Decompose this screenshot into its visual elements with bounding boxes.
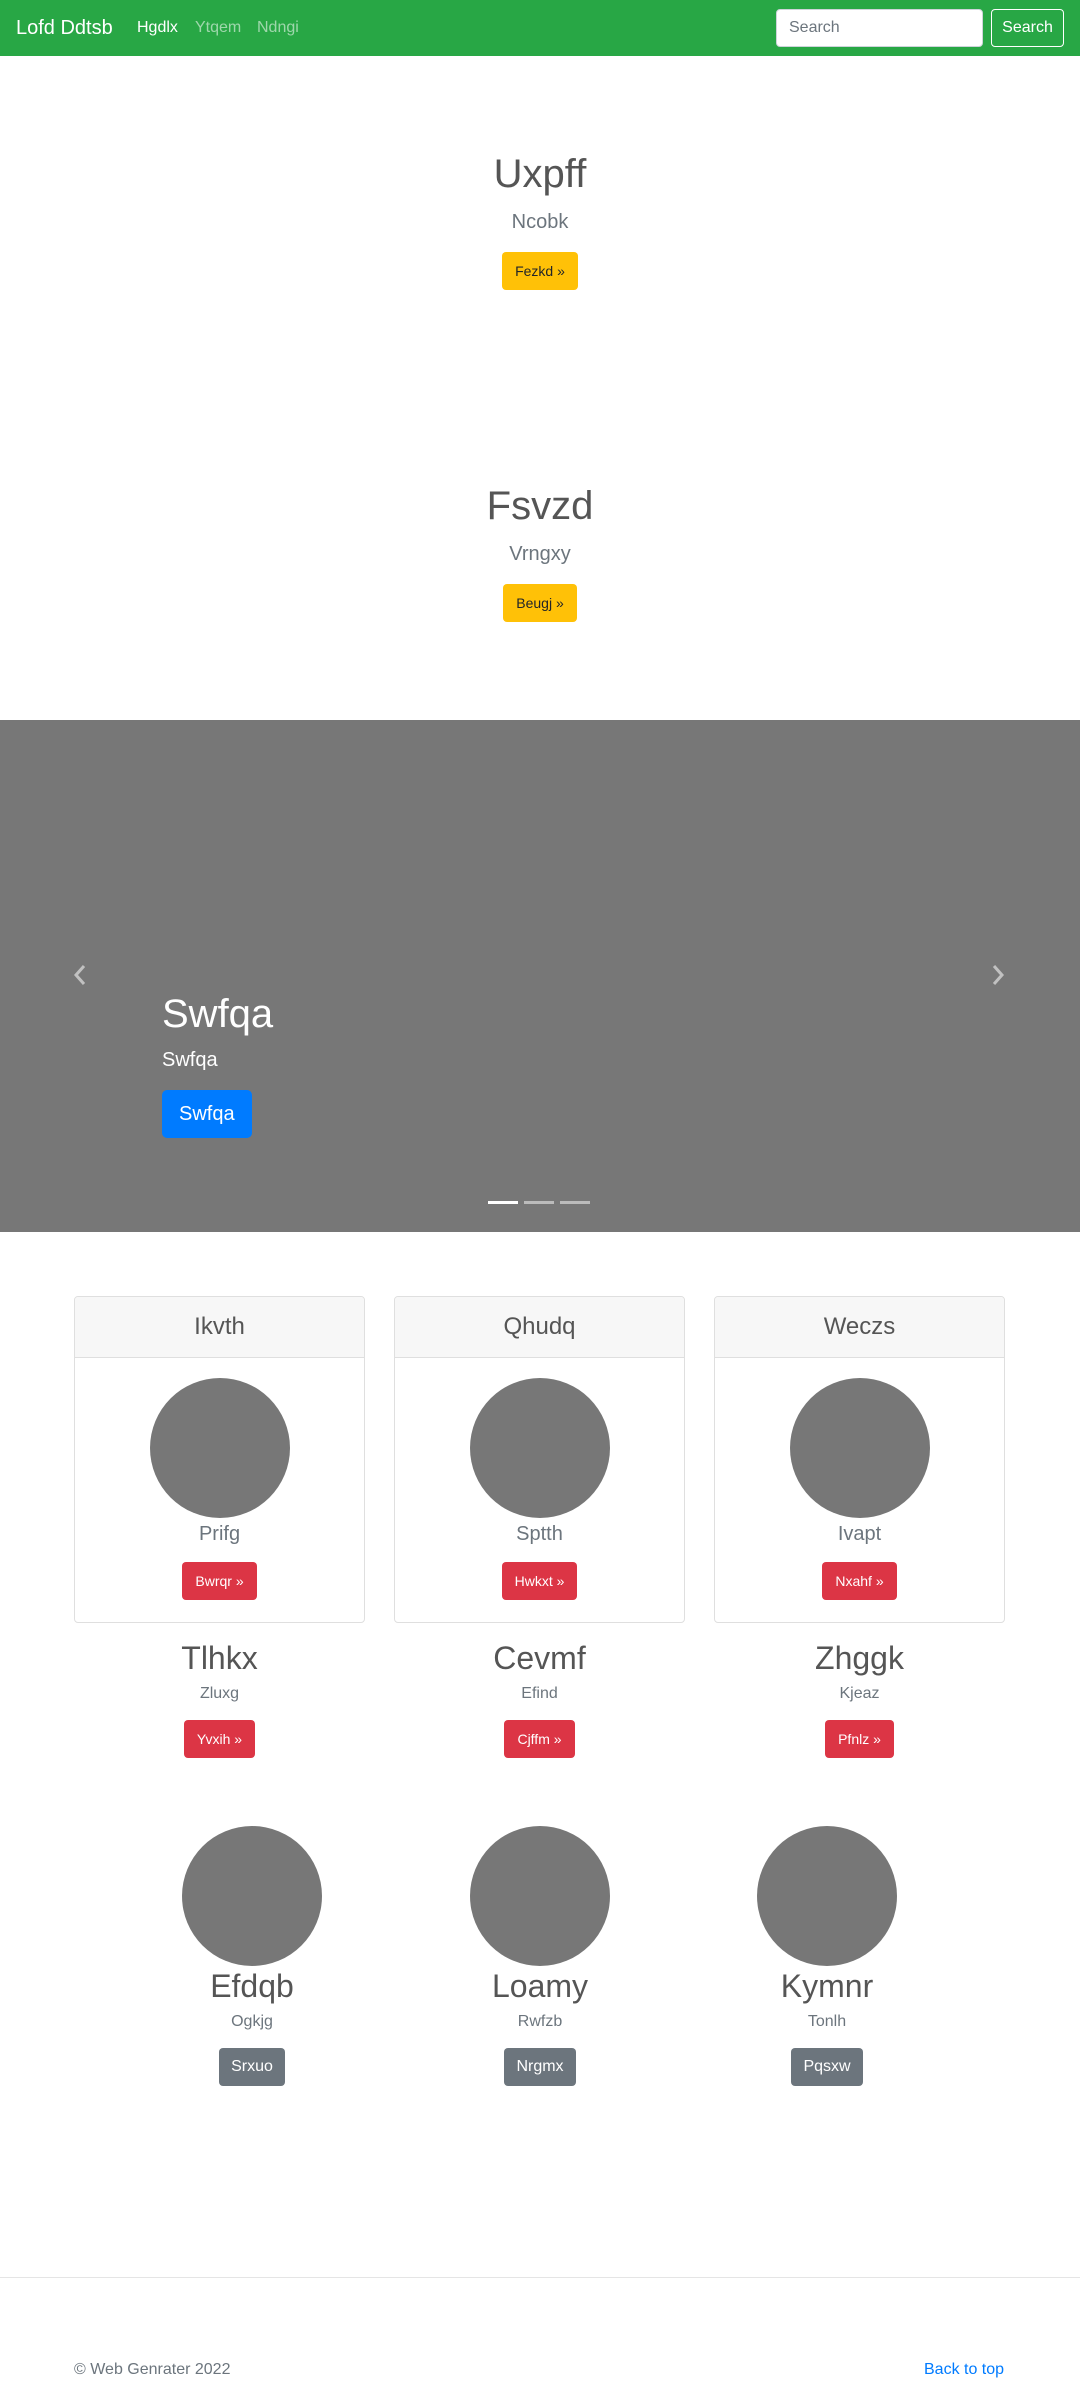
placeholder-image [149,1378,290,1518]
placeholder-image [757,1826,897,1966]
card: Weczs Ivapt Nxahf » [714,1296,1005,1623]
card-header: Qhudq [395,1297,684,1358]
carousel: Swfqa Swfqa Swfqa [0,720,1080,1232]
feature-button[interactable]: Cjffm » [504,1720,575,1758]
carousel-indicator-3[interactable] [560,1201,590,1204]
card-text: Ivapt [837,1523,882,1545]
nav-link-hgdlx[interactable]: Hgdlx [137,18,178,38]
person-button[interactable]: Pqsxw [791,2048,863,2086]
person-column: Loamy Rwfzb Nrgmx [420,1826,660,2086]
card-header: Weczs [715,1297,1004,1358]
person-text: Rwfzb [517,2013,563,2030]
card-button[interactable]: Hwkxt » [501,1562,578,1600]
feature-text: Efind [521,1685,558,1702]
card-body: Ivapt Nxahf » [715,1378,1004,1600]
hero-title: Fsvzd [486,484,594,528]
person-text: Ogkjg [231,2013,273,2030]
back-to-top-link[interactable]: Back to top [924,2360,1004,2380]
hero-button[interactable]: Beugj » [503,584,577,622]
search-button[interactable]: Search [991,9,1064,47]
card-body: Prifg Bwrqr » [75,1378,364,1600]
carousel-next-icon[interactable] [988,962,1008,988]
navbar: Lofd Ddtsb Hgdlx Ytqem Ndngi Search [0,0,1080,56]
feature-text: Zluxg [199,1685,240,1702]
feature-title: Cevmf [493,1640,586,1676]
search-input[interactable] [776,9,983,47]
feature-button[interactable]: Pfnlz » [825,1720,894,1758]
copyright-text: © Web Genrater 2022 [74,2361,231,2378]
footer-divider [0,2277,1080,2278]
feature-column: Zhggk Kjeaz Pfnlz » [714,1638,1005,1758]
person-button[interactable]: Srxuo [219,2048,285,2086]
carousel-prev-icon[interactable] [70,962,90,988]
brand-link[interactable]: Lofd Ddtsb [16,16,113,40]
card-button[interactable]: Nxahf » [822,1562,897,1600]
placeholder-image [182,1826,322,1966]
card-body: Sptth Hwkxt » [395,1378,684,1600]
person-column: Efdqb Ogkjg Srxuo [132,1826,372,2086]
nav-link-ytqem[interactable]: Ytqem [195,18,241,38]
nav-link-ndngi[interactable]: Ndngi [257,18,299,38]
person-name: Kymnr [780,1968,874,2004]
placeholder-image [470,1826,610,1966]
hero-subtitle: Vrngxy [509,543,571,565]
placeholder-image [789,1378,930,1518]
feature-title: Zhggk [815,1640,904,1676]
feature-column: Tlhkx Zluxg Yvxih » [74,1638,365,1758]
card-header: Ikvth [75,1297,364,1358]
hero-title: Uxpff [493,152,587,196]
carousel-title: Swfqa [162,992,274,1036]
carousel-indicator-1[interactable] [488,1201,518,1204]
carousel-indicator-2[interactable] [524,1201,554,1204]
feature-column: Cevmf Efind Cjffm » [394,1638,685,1758]
person-column: Kymnr Tonlh Pqsxw [707,1826,947,2086]
card-text: Sptth [516,1523,563,1545]
hero-section-2: Fsvzd Vrngxy Beugj » [0,482,1080,622]
hero-button[interactable]: Fezkd » [502,252,578,290]
card-button[interactable]: Bwrqr » [182,1562,257,1600]
person-button[interactable]: Nrgmx [504,2048,576,2086]
card-text: Prifg [198,1523,241,1545]
feature-title: Tlhkx [181,1640,258,1676]
carousel-caption: Swfqa Swfqa Swfqa [162,990,273,1138]
person-text: Tonlh [807,2013,847,2030]
card: Qhudq Sptth Hwkxt » [394,1296,685,1623]
card: Ikvth Prifg Bwrqr » [74,1296,365,1623]
hero-subtitle: Ncobk [511,211,569,233]
feature-button[interactable]: Yvxih » [183,1720,256,1758]
hero-section-1: Uxpff Ncobk Fezkd » [0,150,1080,290]
carousel-button[interactable]: Swfqa [162,1090,252,1138]
placeholder-image [469,1378,610,1518]
person-name: Efdqb [210,1968,294,2004]
carousel-text: Swfqa [162,1049,218,1071]
feature-text: Kjeaz [839,1685,880,1702]
person-name: Loamy [491,1968,589,2004]
